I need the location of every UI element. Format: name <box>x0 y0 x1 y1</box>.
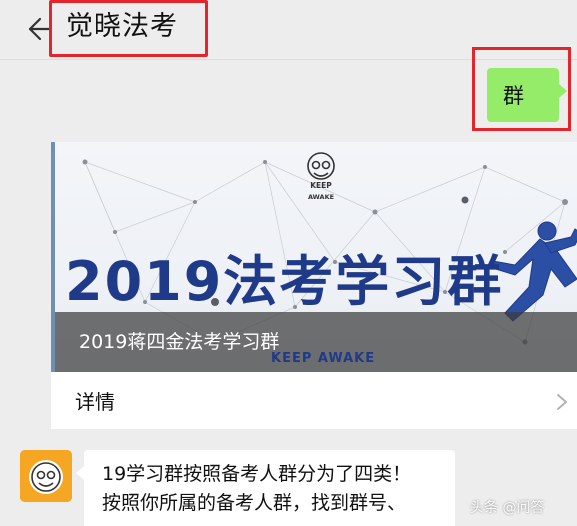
banner-headline: 2019法考学习群 <box>65 250 504 313</box>
card-details-row[interactable]: 详情 <box>51 372 577 429</box>
banner-footer-text: KEEP AWAKE <box>271 351 376 366</box>
svg-text:KEEP: KEEP <box>310 181 332 190</box>
chevron-right-icon <box>555 392 569 410</box>
received-message-line: 按照你所属的备考人群，找到群号、 <box>102 492 407 514</box>
card-banner-image[interactable]: KEEP AWAKE 2019法考学习群 2019蒋四金法考学习群 KEEP A… <box>51 142 577 372</box>
card-details-label: 详情 <box>75 390 115 414</box>
sent-message-bubble[interactable]: 群 <box>487 68 567 122</box>
sender-avatar[interactable] <box>20 450 72 502</box>
keep-awake-logo-icon <box>307 152 335 180</box>
watermark: 头条 @问答 <box>470 500 545 516</box>
chat-title: 觉晓法考 <box>66 11 178 42</box>
link-card[interactable]: KEEP AWAKE 2019法考学习群 2019蒋四金法考学习群 KEEP A… <box>51 142 577 429</box>
svg-text:AWAKE: AWAKE <box>308 193 334 201</box>
received-message-bubble[interactable]: 19学习群按照备考人群分为了四类！ 按照你所属的备考人群，找到群号、 <box>76 450 455 526</box>
received-message-line: 19学习群按照备考人群分为了四类！ <box>102 463 412 485</box>
sent-message-text: 群 <box>503 84 524 108</box>
back-arrow-icon[interactable] <box>22 14 52 44</box>
